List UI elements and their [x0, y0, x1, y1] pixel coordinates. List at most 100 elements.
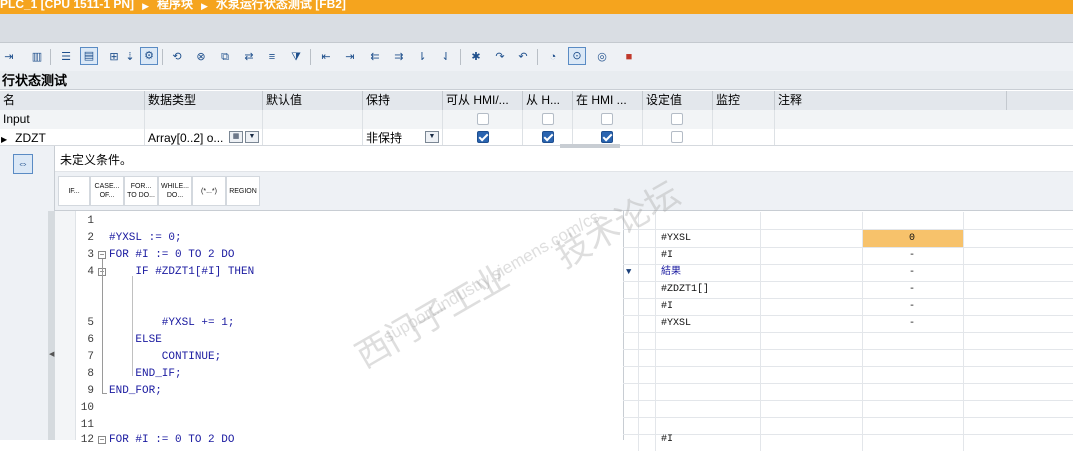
block-comment[interactable]: 未定义条件。 — [55, 148, 1073, 172]
table-row[interactable]: Input — [0, 110, 1073, 130]
code-line[interactable]: CONTINUE; — [109, 351, 221, 363]
interface-view-icon[interactable]: ▤ — [80, 47, 98, 65]
monitoring-on-icon[interactable]: ⊙ — [568, 47, 586, 65]
code-line[interactable]: #YXSL := 0; — [109, 232, 182, 244]
breadcrumb-block: 水泵运行状态测试 [FB2] — [215, 0, 346, 11]
monitor-row — [623, 366, 1073, 384]
comment-icon[interactable]: ⇇ — [366, 48, 384, 66]
monitor-value: 0 — [909, 233, 916, 244]
table-row[interactable]: ▶ ZDZT Array[0..2] o... ▦ ▼ 非保持 ▼ — [0, 129, 1073, 146]
checkbox-hmi-write[interactable] — [601, 113, 613, 125]
template-for-button[interactable]: FOR... TO DO... — [124, 176, 158, 206]
delete-bookmark-icon[interactable]: ⊗ — [192, 48, 210, 66]
monitor-row: #YXSL 0 — [623, 230, 1073, 248]
code-line[interactable]: END_FOR; — [109, 385, 162, 397]
monitor-settings-icon[interactable]: ◔ — [544, 48, 562, 66]
breadcrumb-separator-icon: ▶ — [201, 1, 208, 11]
checkbox-hmi-access[interactable] — [477, 131, 489, 143]
retain-dropdown-icon[interactable]: ▼ — [425, 131, 439, 143]
instruction-templates: IF... CASE... OF... FOR... TO DO... WHIL… — [55, 172, 1073, 211]
row-name: ZDZT — [15, 131, 46, 145]
line-number: 4 — [87, 266, 94, 278]
monitor-value: - — [909, 301, 916, 312]
monitor-row: #I - — [623, 247, 1073, 265]
code-line[interactable]: FOR #I := 0 TO 2 DO — [109, 249, 234, 261]
filter-icon[interactable]: ⧩ — [287, 48, 305, 66]
outdent-icon[interactable]: ⇥ — [341, 48, 359, 66]
line-number: 2 — [87, 232, 94, 244]
monitor-row: #I - — [623, 298, 1073, 316]
code-line[interactable]: IF #ZDZT1[#I] THEN — [109, 266, 254, 278]
breadcrumb-plc[interactable]: PLC_1 [CPU 1511-1 PN] — [0, 0, 134, 10]
line-number: 12 — [80, 434, 94, 446]
indent-icon[interactable]: ⇤ — [317, 48, 335, 66]
checkbox-hmi-visible[interactable] — [542, 113, 554, 125]
editor-header-area — [0, 14, 1073, 43]
col-hmi-write: 在 HMI ... — [573, 91, 643, 110]
checkbox-setpoint[interactable] — [671, 131, 683, 143]
template-case-button[interactable]: CASE... OF... — [90, 176, 124, 206]
editor-toolbar: ⇥ ▥ ☰ ▤ ⊞ ⇣ ⚙ ⟲ ⊗ ⧉ ⇄ ≡ ⧩ ⇤ ⇥ ⇇ ⇉ ⇂ ⇃ ✱ … — [0, 43, 1073, 72]
expand-arrow-icon[interactable]: ▼ — [626, 264, 631, 281]
col-monitor: 监控 — [713, 91, 775, 110]
checkbox-hmi-access[interactable] — [477, 113, 489, 125]
datatype-dropdown-icon[interactable]: ▼ — [245, 131, 259, 143]
monitor-value: - — [909, 250, 916, 261]
col-setpoint: 设定值 — [643, 91, 713, 110]
checkbox-setpoint[interactable] — [671, 113, 683, 125]
breadcrumb: PLC_1 [CPU 1511-1 PN] ▶ 程序块 ▶ 水泵运行状态测试 [FB2] — [0, 0, 1073, 14]
monitor-row — [623, 349, 1073, 367]
step-into-icon[interactable]: ↶ — [514, 48, 532, 66]
compare-icon[interactable]: ⇄ — [240, 48, 258, 66]
code-line[interactable]: #YXSL += 1; — [109, 317, 235, 329]
breadcrumb-program-blocks[interactable]: 程序块 — [157, 0, 193, 10]
monitor-row — [623, 417, 1073, 435]
stop-icon[interactable]: ■ — [620, 48, 638, 66]
breakpoint-icon[interactable]: ✱ — [467, 48, 485, 66]
uncomment-icon[interactable]: ⇉ — [390, 48, 408, 66]
template-region-button[interactable]: REGION — [226, 176, 260, 206]
text-icon[interactable]: ≡ — [263, 48, 281, 66]
line-number: 7 — [87, 351, 94, 363]
code-line[interactable]: FOR #I := 0 TO 2 DO — [109, 434, 234, 446]
monitor-row: ▼ 結果 - — [623, 264, 1073, 282]
line-number: 6 — [87, 334, 94, 346]
col-retain: 保持 — [363, 91, 443, 110]
absolute-address-icon[interactable]: ⚙ — [140, 47, 158, 65]
fold-toggle-icon[interactable]: − — [98, 251, 106, 259]
template-if-button[interactable]: IF... — [58, 176, 90, 206]
monitor-name: #I — [661, 250, 674, 261]
insert-row-icon[interactable]: ⇥ — [0, 48, 18, 66]
monitor-row — [623, 212, 1073, 230]
template-while-button[interactable]: WHILE... DO... — [158, 176, 192, 206]
checkbox-hmi-visible[interactable] — [542, 131, 554, 143]
col-hmi-access: 可从 HMI/... — [443, 91, 523, 110]
editor-strip — [48, 211, 55, 440]
col-default: 默认值 — [263, 91, 363, 110]
block-title: 行状态测试 — [0, 71, 1073, 90]
editor-gutter — [55, 211, 76, 440]
datatype-browse-icon[interactable]: ▦ — [229, 131, 243, 143]
download-icon[interactable]: ⇣ — [121, 48, 139, 66]
code-line[interactable]: END_IF; — [109, 368, 181, 380]
go-to-line-icon[interactable]: ⇂ — [413, 48, 431, 66]
list-view-icon[interactable]: ☰ — [57, 48, 75, 66]
collapse-arrow-icon[interactable]: ◀ — [49, 350, 54, 358]
go-to-next-icon[interactable]: ⇃ — [437, 48, 455, 66]
template-comment-button[interactable]: (*...*) — [192, 176, 226, 206]
monitor-all-icon[interactable]: ◎ — [593, 48, 611, 66]
copy-icon[interactable]: ⧉ — [216, 48, 234, 66]
monitor-value: - — [909, 267, 916, 278]
step-over-icon[interactable]: ↷ — [491, 48, 509, 66]
synchronize-scroll-icon[interactable]: ⇔ — [13, 154, 33, 174]
set-bookmark-icon[interactable]: ⟲ — [168, 48, 186, 66]
checkbox-hmi-write[interactable] — [601, 131, 613, 143]
delete-row-icon[interactable]: ▥ — [28, 48, 46, 66]
monitor-name: #YXSL — [661, 233, 692, 244]
expand-arrow-icon[interactable]: ▶ — [1, 135, 7, 144]
fold-toggle-icon[interactable]: − — [98, 436, 106, 444]
line-number: 10 — [80, 402, 94, 414]
line-number: 1 — [87, 215, 94, 227]
fold-guide — [102, 259, 103, 393]
code-line[interactable]: ELSE — [109, 334, 161, 346]
